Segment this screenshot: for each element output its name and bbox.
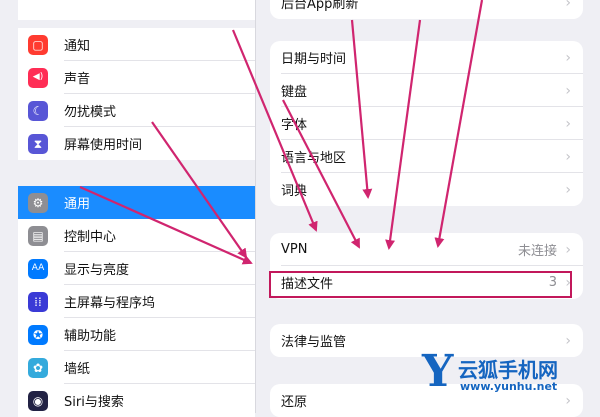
settings-sidebar: ▢ 通知 ◀) 声音 ☾ 勿扰模式 ⧗ 屏幕使用时间 ⚙ 通用 ▤ 控制中心 A… [0,0,255,417]
row-date-time[interactable]: 日期与时间 › [270,41,583,74]
watermark-letter: Y [422,346,454,397]
row-fonts[interactable]: 字体 › [270,107,583,140]
sidebar-top-group-cut [18,0,255,20]
sidebar-item-label: 通用 [64,197,91,212]
sidebar-item-sounds[interactable]: ◀) 声音 [18,61,255,94]
notification-icon: ▢ [28,34,48,55]
row-label: 日期与时间 [281,52,347,67]
chevron-right-icon: › [565,0,571,11]
sidebar-group-1: ▢ 通知 ◀) 声音 ☾ 勿扰模式 ⧗ 屏幕使用时间 [18,28,255,160]
sidebar-item-label: 辅助功能 [64,329,117,344]
row-label: VPN [281,242,308,257]
sidebar-item-display[interactable]: AA 显示与亮度 [18,252,255,285]
row-vpn[interactable]: VPN 未连接 › [270,233,583,266]
control-center-icon: ▤ [28,225,48,246]
watermark-url: www.yunhu.net [460,380,558,393]
sidebar-item-siri[interactable]: ◉ Siri与搜索 [18,384,255,417]
sidebar-item-do-not-disturb[interactable]: ☾ 勿扰模式 [18,94,255,127]
chevron-right-icon: › [565,241,571,258]
sidebar-item-label: 主屏幕与程序坞 [64,296,156,311]
row-label: 法律与监管 [281,335,347,350]
row-label: 字体 [281,118,308,133]
chevron-right-icon: › [565,115,571,132]
vpn-status: 未连接 [517,244,557,259]
sidebar-item-label: Siri与搜索 [64,395,124,410]
watermark-title: 云狐手机网 [458,358,558,382]
sidebar-item-wallpaper[interactable]: ✿ 墙纸 [18,351,255,384]
sidebar-item-home-screen[interactable]: ⁞⁞ 主屏幕与程序坞 [18,285,255,318]
row-background-app-refresh[interactable]: 后台App刷新 › [270,0,583,19]
row-language-region[interactable]: 语言与地区 › [270,140,583,173]
speaker-icon: ◀) [28,67,48,88]
sidebar-item-label: 勿扰模式 [64,105,117,120]
watermark-logo: Y 云狐手机网 www.yunhu.net [422,350,597,410]
row-label: 语言与地区 [281,151,347,166]
profile-highlight-box [269,271,572,298]
hourglass-icon: ⧗ [28,133,48,154]
chevron-right-icon: › [565,332,571,349]
sidebar-item-label: 声音 [64,72,91,87]
accessibility-icon: ✪ [28,324,48,345]
row-label: 词典 [281,184,308,199]
sidebar-item-label: 通知 [64,39,91,54]
row-label: 还原 [281,395,308,410]
sidebar-item-control-center[interactable]: ▤ 控制中心 [18,219,255,252]
row-dictionary[interactable]: 词典 › [270,173,583,206]
chevron-right-icon: › [565,82,571,99]
moon-icon: ☾ [28,100,48,121]
sidebar-group-2: ⚙ 通用 ▤ 控制中心 AA 显示与亮度 ⁞⁞ 主屏幕与程序坞 ✪ 辅助功能 ✿… [18,186,255,417]
sidebar-item-notifications[interactable]: ▢ 通知 [18,28,255,61]
home-screen-icon: ⁞⁞ [28,291,48,312]
sidebar-item-accessibility[interactable]: ✪ 辅助功能 [18,318,255,351]
siri-icon: ◉ [28,390,48,411]
sidebar-item-label: 显示与亮度 [64,263,130,278]
sidebar-item-label: 屏幕使用时间 [64,138,143,153]
wallpaper-icon: ✿ [28,357,48,378]
sidebar-item-label: 墙纸 [64,362,91,377]
chevron-right-icon: › [565,181,571,198]
chevron-right-icon: › [565,148,571,165]
sidebar-item-general[interactable]: ⚙ 通用 [18,186,255,219]
row-label: 键盘 [281,85,308,100]
display-icon: AA [28,258,48,279]
row-label: 后台App刷新 [281,0,359,12]
sidebar-item-label: 控制中心 [64,230,117,245]
group-background-refresh: 后台App刷新 › [270,0,583,19]
gear-icon: ⚙ [28,192,48,213]
group-date-keyboard: 日期与时间 › 键盘 › 字体 › 语言与地区 › 词典 › [270,41,583,206]
sidebar-item-screen-time[interactable]: ⧗ 屏幕使用时间 [18,127,255,160]
row-keyboard[interactable]: 键盘 › [270,74,583,107]
chevron-right-icon: › [565,49,571,66]
